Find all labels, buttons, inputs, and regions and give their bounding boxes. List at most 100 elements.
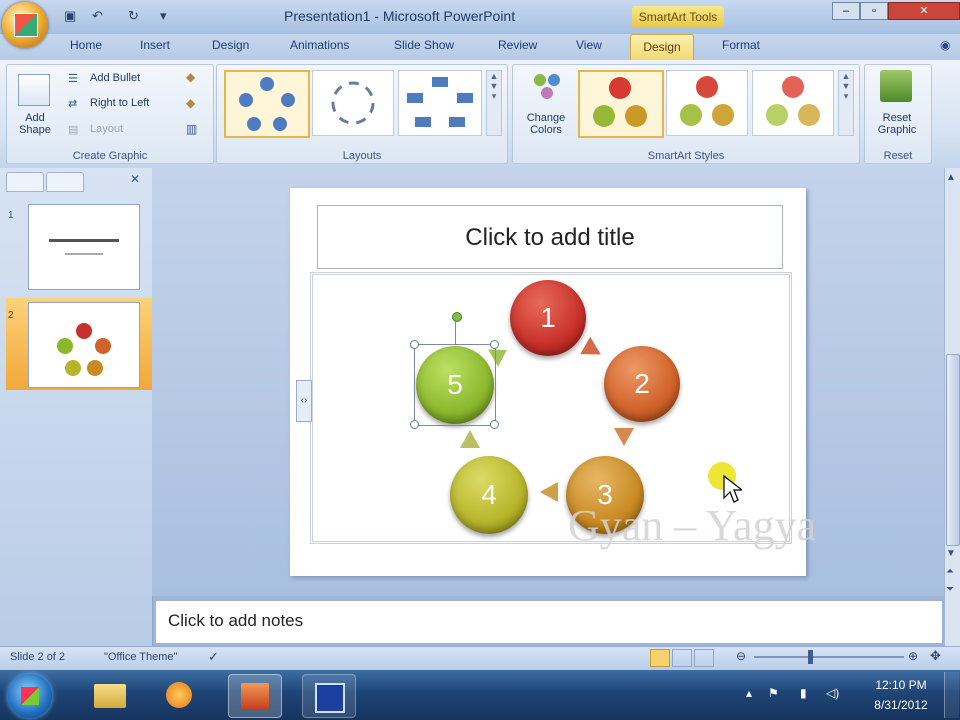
tab-design[interactable]: Design [212, 38, 249, 52]
show-desktop-button[interactable] [944, 672, 959, 718]
layout-button: Layout [90, 123, 124, 135]
thumb-subtitle-line [65, 253, 103, 255]
thumb-title-line [49, 239, 119, 242]
tab-animations[interactable]: Animations [290, 38, 349, 52]
minimize-button[interactable]: – [832, 2, 860, 20]
save-icon[interactable]: ▣ [64, 8, 80, 24]
resize-handle-sw[interactable] [410, 420, 419, 429]
app-icon [315, 683, 345, 713]
reset-graphic-icon[interactable] [880, 70, 912, 102]
tray-network-icon[interactable]: ▮ [800, 686, 807, 700]
add-shape-button[interactable]: Add Shape [10, 112, 60, 136]
tab-review[interactable]: Review [498, 38, 537, 52]
right-to-left-icon: ⇄ [68, 98, 78, 110]
office-button[interactable] [2, 2, 48, 48]
next-slide-icon[interactable]: ⏷ [946, 584, 954, 595]
add-bullet-icon: ☰ [68, 73, 78, 85]
smartart-tools-header: SmartArt Tools [632, 6, 724, 28]
style-subtle[interactable] [752, 70, 834, 136]
scroll-down-icon[interactable]: ▼ [946, 548, 956, 559]
clock-date[interactable]: 8/31/2012 [866, 698, 936, 712]
basic-cycle-thumbnail [239, 77, 295, 131]
slide-show-view-icon[interactable] [694, 649, 714, 667]
zoom-slider[interactable] [754, 656, 904, 658]
cycle-node-2[interactable]: 2 [604, 346, 680, 422]
taskbar-powerpoint[interactable] [228, 674, 282, 718]
tab-slide-show[interactable]: Slide Show [394, 38, 454, 52]
tray-arrow-icon[interactable]: ▴ [746, 686, 752, 700]
tray-flag-icon[interactable]: ⚑ [768, 686, 779, 700]
clock-time[interactable]: 12:10 PM [866, 678, 936, 692]
maximize-button[interactable]: ▫ [860, 2, 888, 20]
outline-tab[interactable] [46, 172, 84, 192]
notes-pane[interactable]: Click to add notes [155, 600, 943, 644]
close-button[interactable]: ✕ [888, 2, 960, 20]
tab-insert[interactable]: Insert [140, 38, 170, 52]
group-label: Reset [883, 150, 913, 162]
slide-thumbnail-2[interactable] [28, 302, 140, 388]
text-pane-icon[interactable]: ▥ [186, 122, 197, 136]
theme-name: "Office Theme" [104, 651, 178, 663]
resize-handle-nw[interactable] [410, 340, 419, 349]
style-polished[interactable] [666, 70, 748, 136]
previous-slide-icon[interactable]: ⏶ [946, 566, 954, 577]
help-icon[interactable]: ◉ [940, 38, 950, 52]
slide-thumbnail-1[interactable] [28, 204, 140, 290]
add-shape-icon[interactable] [18, 74, 50, 106]
taskbar-explorer[interactable] [84, 674, 136, 716]
layouts-gallery-scroll[interactable]: ▲ ▼ ▾ [486, 70, 502, 136]
customize-qat-icon[interactable]: ▾ [160, 8, 176, 24]
group-label: Layouts [342, 150, 382, 162]
close-pane-icon[interactable]: ✕ [130, 172, 140, 186]
watermark: Gyan – Yagya [568, 501, 817, 550]
resize-handle-ne[interactable] [490, 340, 499, 349]
text-pane-expand-button[interactable]: ‹› [296, 380, 312, 422]
slide-number-2: 2 [8, 310, 14, 321]
promote-icon[interactable]: ◆ [186, 70, 195, 84]
cycle-arrow-4-5 [460, 430, 480, 448]
tab-home[interactable]: Home [70, 38, 102, 52]
cycle-arrow-3-4 [540, 482, 558, 502]
taskbar-media-player[interactable] [154, 674, 206, 716]
zoom-slider-thumb[interactable] [808, 650, 813, 664]
style-simple-fill[interactable] [578, 70, 664, 138]
scroll-up-icon[interactable]: ▲ [946, 172, 956, 183]
scroll-thumb[interactable] [946, 354, 960, 546]
group-label: SmartArt Styles [647, 150, 725, 162]
change-colors-button[interactable]: Change Colors [518, 112, 574, 136]
right-to-left-button[interactable]: Right to Left [90, 97, 149, 109]
reset-graphic-button[interactable]: Reset Graphic [866, 112, 928, 136]
slide-sorter-view-icon[interactable] [672, 649, 692, 667]
rotate-handle[interactable] [452, 312, 462, 322]
undo-icon[interactable]: ↶ [92, 8, 108, 24]
layout-text-cycle[interactable] [312, 70, 394, 136]
layout-block-cycle[interactable] [398, 70, 482, 136]
zoom-in-icon[interactable]: ⊕ [908, 649, 918, 663]
start-button[interactable] [8, 674, 52, 718]
tab-smartart-design[interactable]: Design [630, 34, 694, 61]
demote-icon[interactable]: ◆ [186, 96, 195, 110]
redo-icon[interactable]: ↻ [128, 8, 144, 24]
selection-box [414, 344, 496, 426]
group-label: Create Graphic [72, 150, 148, 162]
styles-gallery-scroll[interactable]: ▲ ▼ ▾ [838, 70, 854, 136]
normal-view-icon[interactable] [650, 649, 670, 667]
slide-count: Slide 2 of 2 [10, 651, 66, 663]
layout-basic-cycle[interactable] [224, 70, 310, 138]
zoom-out-icon[interactable]: ⊖ [736, 649, 746, 663]
cycle-node-4[interactable]: 4 [450, 456, 528, 534]
resize-handle-se[interactable] [490, 420, 499, 429]
tab-format[interactable]: Format [722, 38, 760, 52]
rotate-handle-stem [455, 320, 456, 344]
spell-check-icon[interactable]: ✓ [208, 649, 219, 665]
change-colors-icon[interactable] [530, 70, 564, 102]
slides-tab[interactable] [6, 172, 44, 192]
add-bullet-button[interactable]: Add Bullet [90, 72, 140, 84]
fit-to-window-icon[interactable]: ✥ [930, 648, 941, 664]
tray-volume-icon[interactable]: ◁) [826, 686, 839, 700]
title-placeholder[interactable]: Click to add title [317, 205, 783, 269]
cycle-node-1[interactable]: 1 [510, 280, 586, 356]
taskbar-app[interactable] [302, 674, 356, 718]
tab-view[interactable]: View [576, 38, 602, 52]
taskbar [0, 670, 960, 720]
